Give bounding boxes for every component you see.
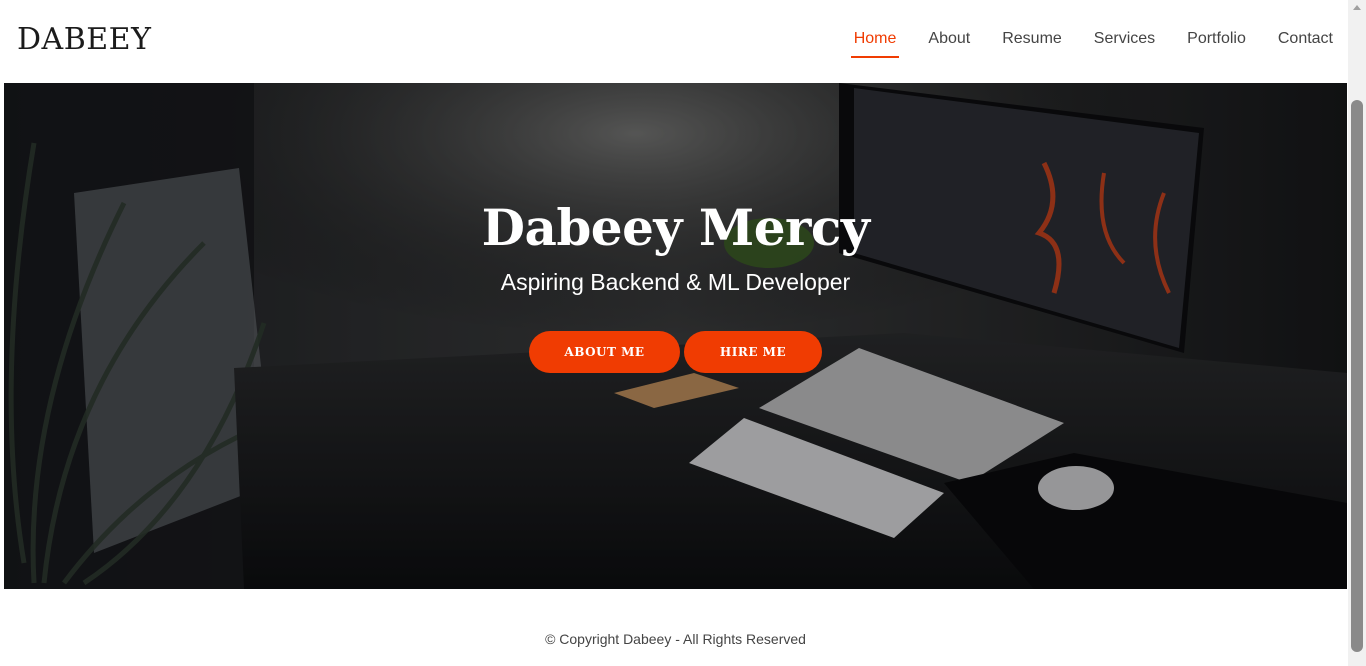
site-logo[interactable]: DABEEY: [17, 22, 151, 57]
scroll-up-icon[interactable]: [1353, 5, 1361, 10]
page-scrollbar[interactable]: [1348, 0, 1366, 666]
scrollbar-thumb[interactable]: [1351, 100, 1363, 652]
hero-subtitle: Aspiring Backend & ML Developer: [500, 269, 851, 295]
hero-buttons: ABOUT ME HIRE ME: [529, 331, 822, 373]
nav-item-portfolio[interactable]: Portfolio: [1187, 30, 1246, 58]
nav-item-services[interactable]: Services: [1094, 30, 1155, 58]
nav-item-resume[interactable]: Resume: [1002, 30, 1062, 58]
main-nav: Home About Resume Services Portfolio Con…: [850, 30, 1333, 58]
hero-section: Dabeey Mercy Aspiring Backend & ML Devel…: [4, 83, 1347, 589]
about-me-button[interactable]: ABOUT ME: [529, 331, 680, 373]
site-footer: © Copyright Dabeey - All Rights Reserved: [4, 589, 1347, 666]
nav-item-contact[interactable]: Contact: [1278, 30, 1333, 58]
nav-item-about[interactable]: About: [928, 30, 970, 58]
hero-title: Dabeey Mercy: [481, 198, 870, 257]
copyright-text: © Copyright Dabeey - All Rights Reserved: [545, 631, 806, 647]
page: DABEEY Home About Resume Services Portfo…: [4, 0, 1347, 666]
hire-me-button[interactable]: HIRE ME: [684, 331, 822, 373]
nav-item-home[interactable]: Home: [850, 30, 900, 58]
site-header: DABEEY Home About Resume Services Portfo…: [4, 0, 1347, 83]
